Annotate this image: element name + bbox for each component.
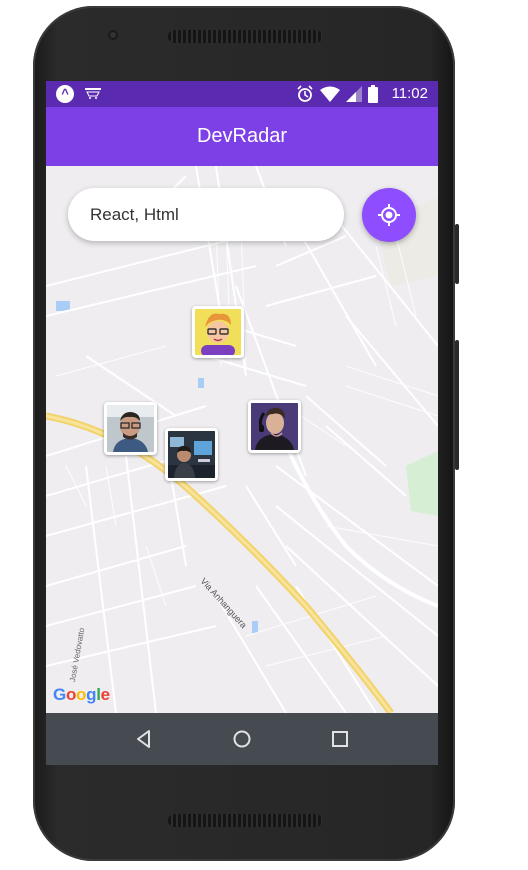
- dev-marker-glasses[interactable]: [104, 402, 157, 455]
- search-input[interactable]: React, Html: [68, 188, 344, 241]
- earpiece-speaker: [168, 30, 322, 43]
- status-time: 11:02: [391, 85, 428, 102]
- signal-icon: [346, 86, 362, 102]
- avatar: [195, 309, 241, 355]
- my-location-icon: [378, 204, 400, 226]
- wifi-icon: [320, 86, 340, 102]
- avatar: [107, 405, 154, 452]
- front-camera: [108, 30, 118, 40]
- amazon-icon: [84, 87, 102, 99]
- recents-square-icon: [332, 731, 348, 747]
- home-circle-icon: [233, 730, 251, 748]
- battery-icon: [368, 85, 378, 103]
- avatar: [168, 431, 215, 478]
- map-view[interactable]: Via Anhanguera José Vedovatto React, Htm…: [46, 166, 438, 713]
- back-triangle-icon: [137, 730, 150, 748]
- bottom-speaker: [168, 814, 322, 827]
- my-location-button[interactable]: [362, 188, 416, 242]
- home-button[interactable]: [230, 727, 254, 751]
- google-attribution: Google: [53, 685, 110, 704]
- dev-marker-headphones[interactable]: [248, 400, 301, 453]
- back-button[interactable]: [132, 727, 156, 751]
- screen: ^ 11:02 DevRadar Via Anhanguera José Ved…: [46, 81, 438, 765]
- power-button: [455, 340, 459, 470]
- status-bar: ^ 11:02: [46, 81, 438, 107]
- alarm-icon: [297, 85, 313, 102]
- dev-marker-cartoon[interactable]: [192, 306, 244, 358]
- volume-button: [455, 224, 459, 284]
- app-title: DevRadar: [196, 125, 288, 147]
- navigation-bar: [46, 713, 438, 765]
- app-logo-icon: ^: [56, 85, 74, 103]
- app-bar: DevRadar: [46, 107, 438, 166]
- dev-marker-desk[interactable]: [165, 428, 218, 481]
- avatar: [251, 403, 298, 450]
- recents-button[interactable]: [328, 727, 352, 751]
